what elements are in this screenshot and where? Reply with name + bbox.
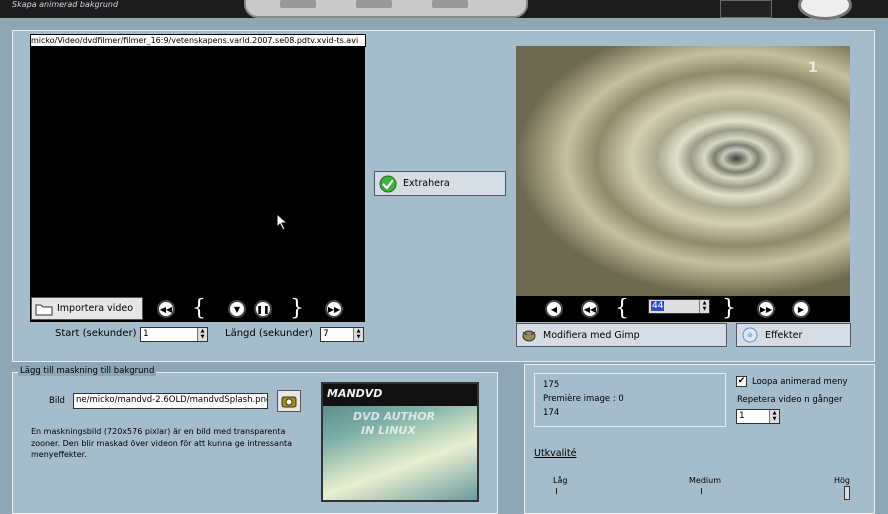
preview-line-2: IN LINUX: [361, 424, 416, 437]
checkmark-icon: [379, 175, 397, 192]
forward-fast-icon[interactable]: ▶▶: [325, 300, 343, 318]
preview-brand: MANDVD: [327, 387, 383, 400]
mask-image-preview: MANDVD DVD AUTHOR IN LINUX: [321, 382, 479, 502]
gimp-label: Modifiera med Gimp: [543, 329, 640, 341]
length-value: 7: [323, 329, 329, 339]
right-brace-icon: }: [290, 296, 304, 321]
folder-icon: [35, 304, 53, 315]
dvd-case-logo: [720, 0, 772, 18]
browse-icon: [281, 396, 297, 408]
slider-tick: [701, 488, 702, 494]
mouse-cursor-icon: [276, 213, 289, 231]
right-brace-icon: }: [722, 296, 736, 321]
info-line-2: Première image : 0: [543, 394, 624, 404]
pause-icon[interactable]: ❚❚: [254, 300, 272, 318]
quality-slider-handle[interactable]: [844, 486, 850, 500]
channel-logo: 1: [808, 60, 818, 76]
effects-icon: [742, 327, 758, 343]
banner-slot: [280, 0, 316, 8]
forward-fast-icon[interactable]: ▶▶: [757, 300, 775, 318]
quality-high-label: Hög: [834, 476, 850, 485]
window-title: Skapa animerad bakgrund: [12, 0, 119, 9]
spin-arrows-icon[interactable]: ▲ ▼: [197, 328, 207, 341]
browse-image-button[interactable]: [277, 390, 301, 412]
image-label: Bild: [49, 396, 65, 406]
left-brace-icon: {: [615, 296, 629, 321]
mask-description: En maskningsbild (720x576 pixlar) är en …: [31, 427, 293, 459]
mask-image-path-input[interactable]: ne/micko/mandvd-2.6OLD/mandvdSplash.png: [73, 393, 268, 409]
rewind-fast-icon[interactable]: ◀◀: [157, 300, 175, 318]
info-line-3: 174: [543, 408, 560, 418]
left-brace-icon: {: [192, 296, 206, 321]
import-video-label: Importera video: [57, 303, 134, 314]
quality-low-label: Låg: [553, 476, 568, 485]
preview-line-1: DVD AUTHOR: [353, 410, 436, 423]
frame-spinbox[interactable]: 44 ▲ ▼: [648, 299, 710, 314]
effects-label: Effekter: [765, 329, 803, 341]
skip-forward-icon[interactable]: ▶: [792, 300, 810, 318]
quality-title: Utkvalité: [534, 448, 577, 459]
frame-value: 44: [651, 301, 665, 311]
quality-medium-label: Medium: [689, 476, 721, 485]
loop-label: Loopa animerad meny: [752, 377, 848, 387]
frame-preview: [516, 46, 850, 296]
video-viewer[interactable]: [30, 46, 365, 296]
banner-decoration: [244, 0, 528, 18]
repeat-spinbox[interactable]: 1 ▲ ▼: [736, 409, 780, 424]
spin-arrows-icon[interactable]: ▲ ▼: [769, 410, 779, 423]
extract-button[interactable]: Extrahera: [374, 171, 506, 196]
length-label: Längd (sekunder): [225, 328, 313, 339]
repeat-value: 1: [739, 411, 745, 421]
banner-slot: [432, 0, 468, 8]
start-value: 1: [143, 329, 149, 339]
length-spinbox[interactable]: 7 ▲ ▼: [320, 327, 364, 342]
step-back-icon[interactable]: ▼: [228, 300, 246, 318]
spin-arrows-icon[interactable]: ▲ ▼: [699, 300, 709, 313]
import-video-button[interactable]: Importera video: [31, 297, 143, 320]
gimp-icon: [522, 330, 536, 342]
repeat-label: Repetera video n gånger: [737, 395, 843, 405]
slider-tick: [556, 488, 557, 494]
gimp-button[interactable]: Modifiera med Gimp: [516, 323, 727, 347]
mask-legend: Lägg till maskning till bakgrund: [18, 366, 157, 376]
skip-back-icon[interactable]: ◀: [545, 300, 563, 318]
start-spinbox[interactable]: 1 ▲ ▼: [140, 327, 208, 342]
info-line-1: 175: [543, 380, 560, 390]
extract-label: Extrahera: [403, 178, 450, 189]
loop-checkbox[interactable]: ✔: [736, 376, 747, 387]
effects-button[interactable]: Effekter: [736, 323, 851, 347]
spin-arrows-icon[interactable]: ▲ ▼: [353, 328, 363, 341]
start-label: Start (sekunder): [55, 328, 137, 339]
banner-slot: [356, 0, 392, 8]
rewind-fast-icon[interactable]: ◀◀: [581, 300, 599, 318]
